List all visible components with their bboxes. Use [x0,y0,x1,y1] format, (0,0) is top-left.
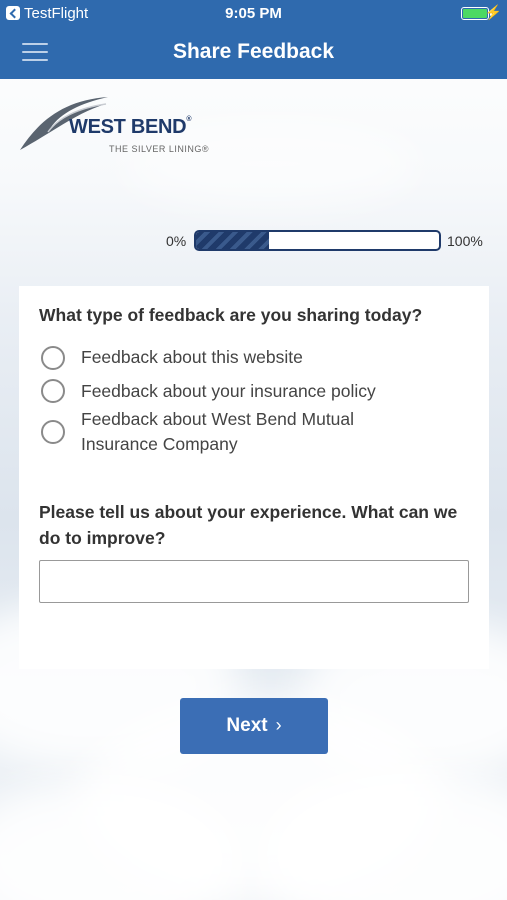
radio-button[interactable] [41,379,65,403]
feedback-option-policy[interactable]: Feedback about your insurance policy [41,379,461,405]
status-bar: TestFlight 9:05 PM ⚡ [0,0,507,28]
feedback-form-card: What type of feedback are you sharing to… [19,286,489,669]
progress-fill [196,232,269,249]
nav-bar: Share Feedback [0,28,507,79]
feedback-type-question: What type of feedback are you sharing to… [39,305,423,325]
logo-wordmark: WEST BEND® [69,116,192,138]
chevron-right-icon: › [275,714,282,735]
west-bend-logo: WEST BEND® THE SILVER LINING® [18,92,228,162]
next-button-label: Next [226,715,268,736]
option-label-line2: Insurance Company [81,434,238,454]
page-title: Share Feedback [172,40,335,63]
progress-start-label: 0% [166,233,187,249]
logo-tagline: THE SILVER LINING® [109,144,209,154]
experience-input[interactable] [39,560,469,603]
radio-button[interactable] [41,346,65,370]
progress-end-label: 100% [447,233,483,249]
experience-question: Please tell us about your experience. Wh… [39,502,458,548]
charging-bolt-icon: ⚡ [484,4,502,20]
radio-button[interactable] [41,420,65,444]
option-label: Feedback about this website [81,347,303,367]
feedback-option-website[interactable]: Feedback about this website [41,345,461,371]
progress-bar [194,230,441,251]
option-label: Feedback about your insurance policy [81,381,376,401]
next-button[interactable]: Next › [180,698,328,754]
option-label-line1: Feedback about West Bend Mutual [81,409,355,429]
feedback-option-company[interactable]: Feedback about West Bend Mutual Insuranc… [41,407,461,459]
status-time: 9:05 PM [225,5,282,22]
